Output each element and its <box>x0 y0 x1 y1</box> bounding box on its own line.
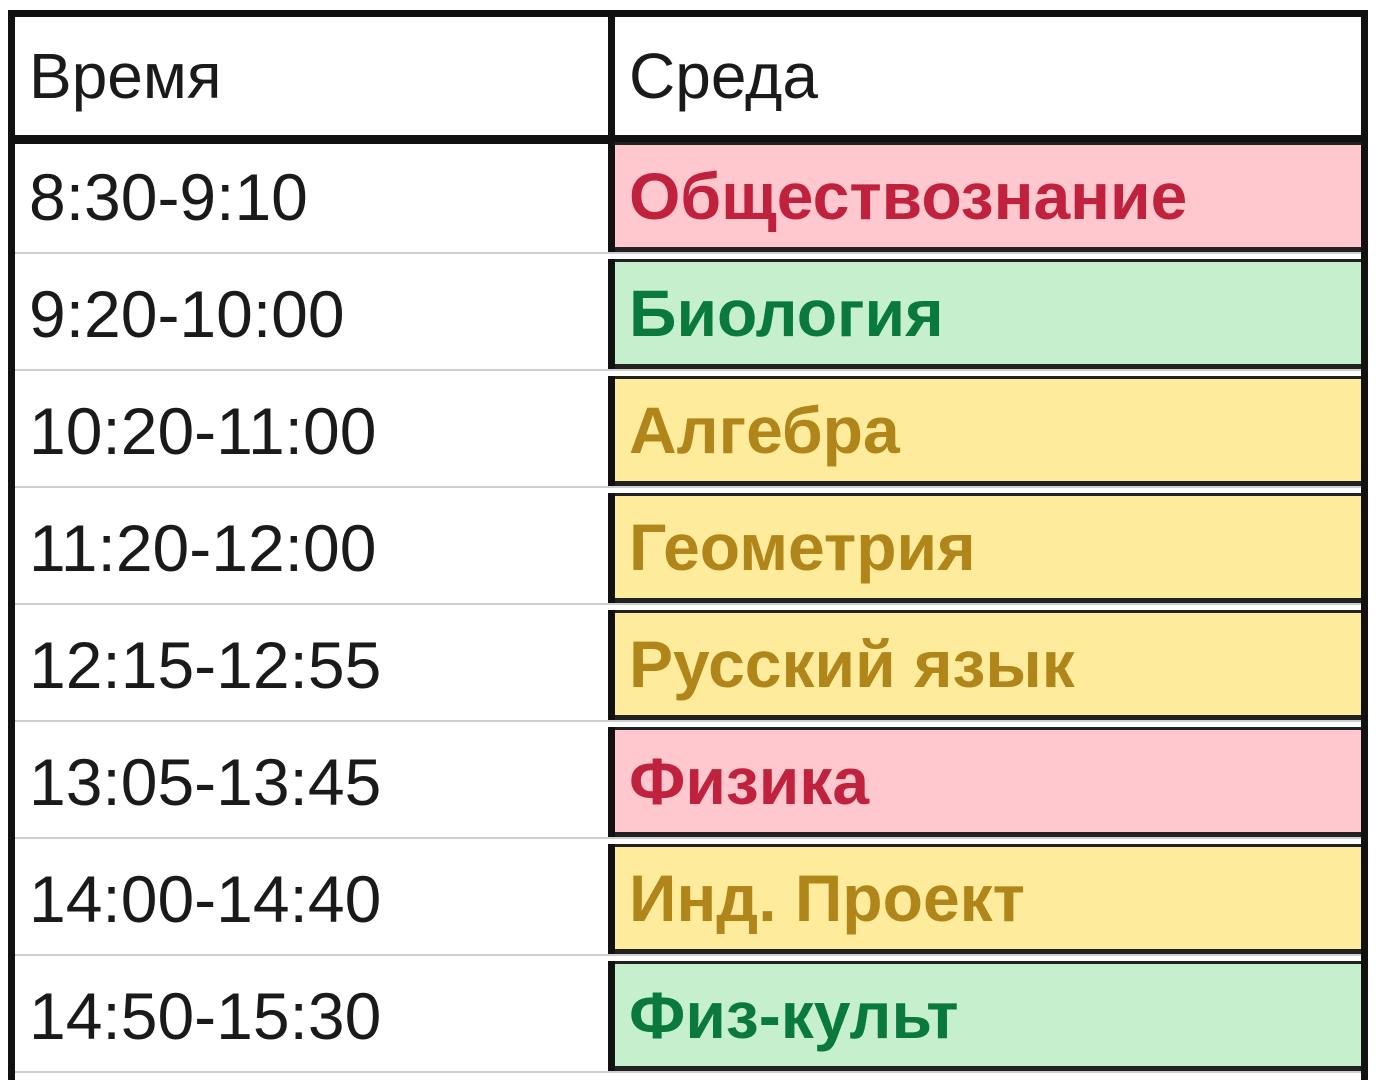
subject-cell[interactable]: Физика <box>615 727 1361 837</box>
time-cell[interactable]: 14:50-15:30 <box>15 961 615 1071</box>
subject-cell[interactable]: Биология <box>615 259 1361 369</box>
table-row: 14:50-15:30 Физ-культ <box>15 961 1361 1073</box>
schedule-table: Время Среда 8:30-9:10 Обществознание 9:2… <box>8 10 1368 1080</box>
table-row: 8:30-9:10 Обществознание <box>15 142 1361 254</box>
header-row: Время Среда <box>15 17 1361 144</box>
time-cell[interactable]: 9:20-10:00 <box>15 259 615 369</box>
header-cell-time[interactable]: Время <box>15 17 615 135</box>
table-row: 11:20-12:00 Геометрия <box>15 493 1361 605</box>
subject-cell[interactable]: Русский язык <box>615 610 1361 720</box>
time-cell[interactable]: 8:30-9:10 <box>15 142 615 252</box>
table-row: 10:20-11:00 Алгебра <box>15 376 1361 488</box>
time-cell[interactable]: 10:20-11:00 <box>15 376 615 486</box>
time-cell[interactable]: 14:00-14:40 <box>15 844 615 954</box>
time-cell[interactable]: 12:15-12:55 <box>15 610 615 720</box>
subject-cell[interactable]: Геометрия <box>615 493 1361 603</box>
table-row: 14:00-14:40 Инд. Проект <box>15 844 1361 956</box>
subject-cell[interactable]: Обществознание <box>615 142 1361 252</box>
table-row: 13:05-13:45 Физика <box>15 727 1361 839</box>
subject-cell[interactable]: Инд. Проект <box>615 844 1361 954</box>
subject-cell[interactable]: Алгебра <box>615 376 1361 486</box>
header-cell-day[interactable]: Среда <box>615 17 1361 135</box>
time-cell[interactable]: 13:05-13:45 <box>15 727 615 837</box>
spreadsheet-view: Время Среда 8:30-9:10 Обществознание 9:2… <box>0 0 1378 1080</box>
table-row: 9:20-10:00 Биология <box>15 259 1361 371</box>
time-cell[interactable]: 11:20-12:00 <box>15 493 615 603</box>
subject-cell[interactable]: Физ-культ <box>615 961 1361 1071</box>
table-row: 12:15-12:55 Русский язык <box>15 610 1361 722</box>
